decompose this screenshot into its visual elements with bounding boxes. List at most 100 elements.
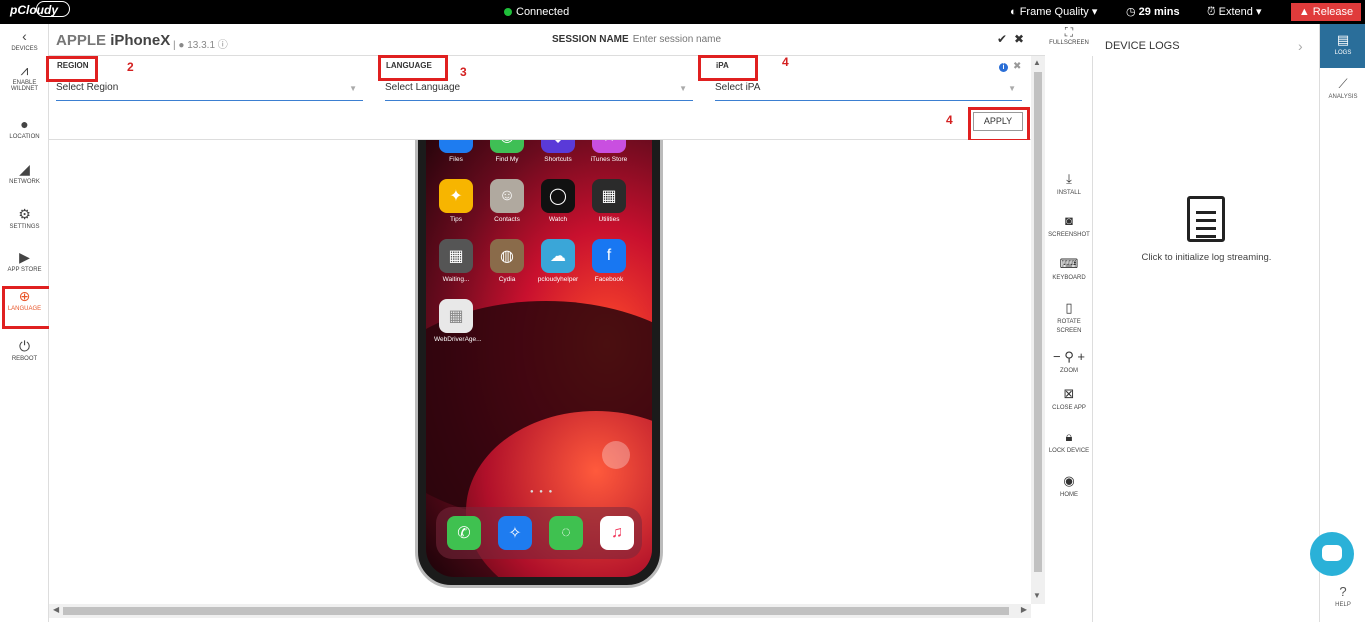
scroll-down-icon[interactable]: ▼ — [1033, 591, 1041, 600]
device-tools: ⤓ INSTALL ◙ SCREENSHOT ⌨ KEYBOARD ▯ ROTATE SCRE… — [1045, 56, 1093, 622]
app-icon-pcloudyhelper[interactable]: ☁ pcloudyhelper — [536, 239, 580, 283]
scroll-right-icon[interactable]: ▶ — [1021, 605, 1027, 614]
frame-quality-dropdown[interactable]: ◐ Frame Quality ▾ — [1010, 5, 1097, 18]
fullscreen-button[interactable]: ⛶ FULLSCREEN — [1045, 24, 1093, 56]
dock-messages-icon[interactable]: ◌ — [544, 516, 588, 550]
sidebar-item-enable-wildnet[interactable]: ⩘ ENABLE WILDNET — [0, 62, 49, 92]
os-version: | ● 13.3.1 ⓘ — [173, 40, 228, 51]
rotate-icon: ▯ — [1065, 300, 1073, 315]
app-label: WebDriverAge... — [434, 336, 482, 343]
tool-keyboard[interactable]: ⌨ KEYBOARD — [1045, 256, 1093, 283]
app-icon-webdriverage[interactable]: ▦ WebDriverAge... — [434, 299, 482, 343]
info-icon[interactable]: i — [999, 63, 1008, 72]
chevron-left-icon: ‹ — [22, 28, 27, 44]
tool-label: CLOSE APP — [1052, 405, 1086, 411]
app-label: Waiting... — [442, 276, 470, 283]
app-icon-utilities[interactable]: ▦ Utilities — [587, 179, 631, 223]
scroll-up-icon[interactable]: ▲ — [1033, 58, 1041, 67]
nav-analysis[interactable]: ⟋ ANALYSIS — [1320, 76, 1365, 100]
dock-music-icon[interactable]: ♫ — [595, 516, 639, 550]
app-icon-cydia[interactable]: ◍ Cydia — [485, 239, 529, 283]
annotation-number: 3 — [460, 65, 467, 79]
tool-label: KEYBOARD — [1052, 275, 1086, 281]
app-label: pcloudyhelper — [537, 276, 579, 283]
nav-logs[interactable]: ▤ LOGS — [1320, 24, 1365, 68]
dock-safari-icon[interactable]: ✧ — [493, 516, 537, 550]
app-icon-findmy[interactable]: ◉ Find My — [485, 140, 529, 163]
app-label: Find My — [495, 156, 519, 163]
app-glyph-icon: ◍ — [490, 239, 524, 273]
close-icon[interactable]: ✖ — [1014, 32, 1024, 46]
session-name: SESSION NAME — [552, 34, 783, 45]
app-icon-files[interactable]: ▬ Files — [434, 140, 478, 163]
tool-home[interactable]: ◉ HOME — [1045, 473, 1093, 500]
ipa-select[interactable]: Select iPA ▼ — [715, 82, 1022, 101]
tool-label: HOME — [1060, 492, 1078, 498]
app-icon-contacts[interactable]: ☺ Contacts — [485, 179, 529, 223]
tool-screenshot[interactable]: ◙ SCREENSHOT — [1045, 213, 1093, 240]
tool-rotate-screen[interactable]: ▯ ROTATE SCREEN — [1045, 300, 1093, 336]
check-icon[interactable]: ✔ — [997, 32, 1007, 46]
fullscreen-icon: ⛶ — [1064, 25, 1074, 39]
app-icon-waiting[interactable]: ▦ Waiting... — [434, 239, 478, 283]
sidebar-item-label: LOCATION — [9, 134, 40, 140]
tool-close-app[interactable]: ⊠ CLOSE APP — [1045, 386, 1093, 413]
tool-install[interactable]: ⤓ INSTALL — [1045, 171, 1093, 198]
sidebar-item-label: NETWORK — [9, 179, 40, 185]
app-icon-shortcuts[interactable]: ◆ Shortcuts — [536, 140, 580, 163]
logs-hint[interactable]: Click to initialize log streaming. — [1094, 252, 1319, 263]
annotation-number: 2 — [127, 60, 134, 74]
app-icon-itunesstore[interactable]: ★ iTunes Store — [587, 140, 631, 163]
app-glyph-icon: f — [592, 239, 626, 273]
app-label: Watch — [548, 216, 568, 223]
chevron-right-icon[interactable]: › — [1298, 38, 1303, 54]
connection-status: Connected — [504, 6, 569, 18]
sidebar-item-location[interactable]: ● LOCATION — [0, 116, 49, 140]
signal-icon: ◢ — [19, 161, 30, 177]
app-glyph-icon: ◉ — [490, 140, 524, 153]
sidebar-item-settings[interactable]: ⚙ SETTINGS — [0, 206, 49, 230]
session-name-input[interactable] — [632, 34, 783, 45]
horizontal-scrollbar[interactable]: ◀ ▶ — [49, 604, 1031, 618]
close-app-icon: ⊠ — [1063, 386, 1075, 401]
document-icon[interactable] — [1187, 196, 1225, 242]
app-label: iTunes Store — [590, 156, 628, 163]
vertical-scrollbar[interactable]: ▲ ▼ — [1031, 56, 1045, 604]
release-button[interactable]: ▲ Release — [1291, 3, 1361, 21]
app-label: Shortcuts — [544, 156, 572, 163]
app-icon-tips[interactable]: ✦ Tips — [434, 179, 478, 223]
region-select[interactable]: Select Region ▼ — [56, 82, 363, 101]
sidebar-item-reboot[interactable]: ⏻ REBOOT — [0, 338, 49, 362]
extend-dropdown[interactable]: ⏰︎ Extend ▾ — [1207, 5, 1261, 19]
apple-icon: | ● — [173, 40, 188, 51]
language-select[interactable]: Select Language ▼ — [385, 82, 693, 101]
sidebar-item-app-store[interactable]: ▶ APP STORE — [0, 249, 49, 273]
chat-icon[interactable] — [1310, 532, 1354, 576]
tool-zoom[interactable]: − ⚲ + ZOOM — [1045, 349, 1093, 376]
app-label: Facebook — [594, 276, 624, 283]
annotation-box-3 — [378, 55, 448, 81]
sidebar-item-label: REBOOT — [11, 356, 38, 362]
camera-icon: ◙ — [1065, 213, 1073, 228]
lock-icon: 🔒︎ — [1065, 429, 1073, 444]
app-icon-watch[interactable]: ◯ Watch — [536, 179, 580, 223]
tool-label: INSTALL — [1057, 190, 1081, 196]
dock-phone-icon[interactable]: ✆ — [442, 516, 486, 550]
assistive-touch-icon[interactable] — [602, 441, 630, 469]
logs-title: DEVICE LOGS — [1105, 40, 1180, 52]
sidebar-item-devices[interactable]: ‹ DEVICES — [0, 28, 49, 52]
close-panel-icon[interactable]: ✖ — [1013, 61, 1021, 72]
device-screen[interactable]: ● ● ● ✆ ✧ ◌ ♫ ▬ Files ◉ Find My ◆ Shortcuts ★ iTun… — [426, 140, 652, 577]
app-icon-facebook[interactable]: f Facebook — [587, 239, 631, 283]
nav-help[interactable]: ? HELP — [1320, 584, 1365, 608]
tool-lock-device[interactable]: 🔒︎ LOCK DEVICE — [1045, 429, 1093, 456]
device-name: APPLE iPhoneX — [56, 32, 171, 49]
sidebar-item-network[interactable]: ◢ NETWORK — [0, 161, 49, 185]
chart-line-icon: ⟋ — [1338, 76, 1348, 91]
location-pin-icon: ● — [20, 116, 29, 132]
caret-down-icon: ▼ — [349, 84, 357, 93]
keyboard-icon: ⌨ — [1059, 256, 1079, 271]
scroll-left-icon[interactable]: ◀ — [53, 605, 59, 614]
info-icon[interactable]: ⓘ — [218, 40, 228, 51]
app-label: Cydia — [498, 276, 516, 283]
